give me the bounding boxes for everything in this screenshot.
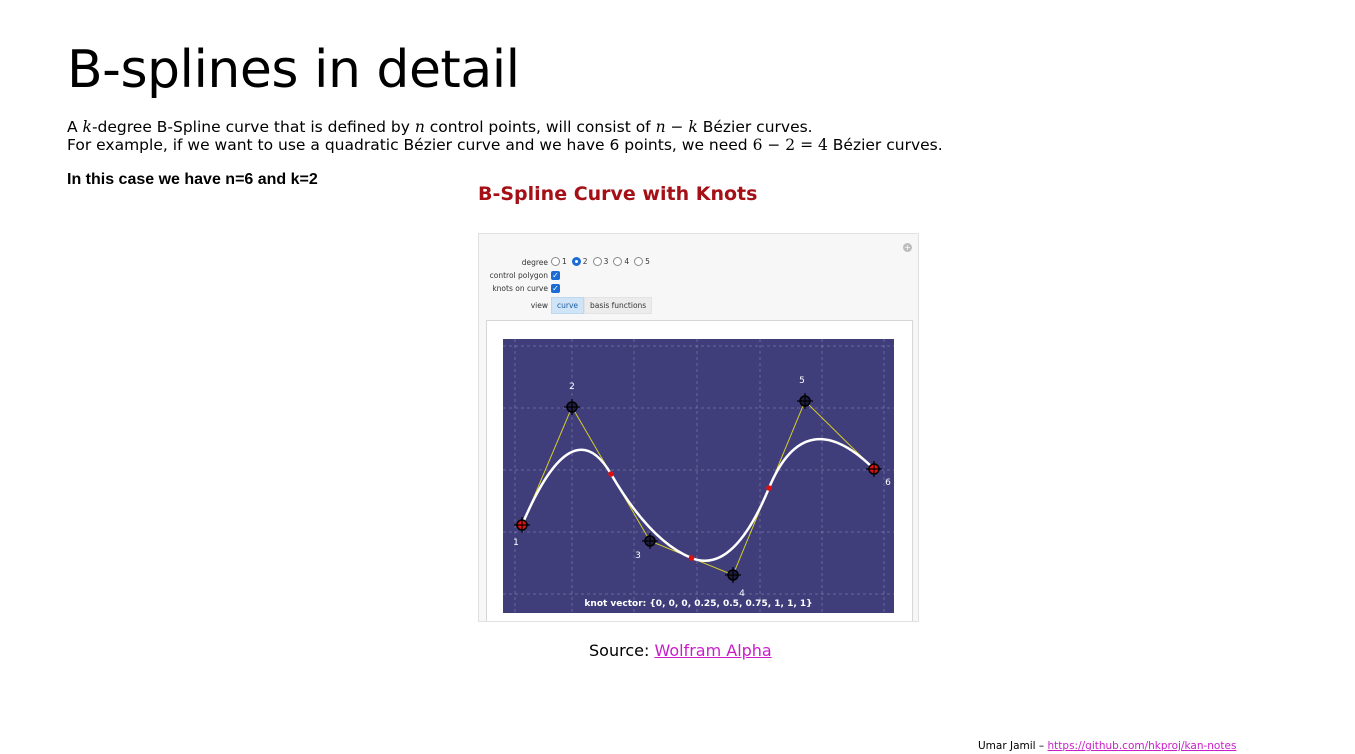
widget-title: B-Spline Curve with Knots [478,183,758,205]
footer-link[interactable]: https://github.com/hkproj/kan-notes [1048,740,1237,752]
degree-radio-3[interactable] [592,256,602,266]
degree-option-label: 3 [603,256,609,266]
plot-background [503,339,894,613]
bspline-widget: + degree 1 2 3 4 5 control polygon ✓ knots o… [478,233,919,622]
degree-option-2[interactable]: 2 [571,256,588,266]
degree-option-1[interactable]: 1 [551,256,567,266]
degree-option-label: 4 [624,256,630,266]
degree-option-label: 2 [582,256,588,266]
degree-option-4[interactable]: 4 [613,256,630,266]
case-note: In this case we have n=6 and k=2 [67,171,318,188]
degree-option-label: 5 [645,256,650,266]
control-polygon-label: control polygon [489,270,548,280]
intro-line-2: For example, if we want to use a quadrat… [67,136,943,154]
knots-on-curve-checkbox[interactable]: ✓ [551,283,560,293]
view-tab-bar: curve basis functions [551,297,653,314]
control-polygon-checkbox[interactable]: ✓ [551,270,560,280]
degree-radio-4[interactable] [613,256,623,266]
control-polygon-row: control polygon ✓ [480,269,560,281]
slide-title: B-splines in detail [67,40,520,100]
degree-label: degree [521,257,548,267]
control-point-label: 6 [885,478,891,488]
degree-option-3[interactable]: 3 [592,256,609,266]
degree-option-label: 1 [562,256,567,266]
knot-vector-label: knot vector: {0, 0, 0, 0.25, 0.5, 0.75, … [584,599,813,609]
control-point-label: 4 [739,589,745,599]
plus-icon[interactable]: + [903,243,912,252]
degree-radio-5[interactable] [634,256,644,266]
control-point-label: 1 [513,538,519,548]
degree-radio-2[interactable] [571,256,581,266]
tab-basis-functions[interactable]: basis functions [584,297,653,314]
degree-option-5[interactable]: 5 [634,256,650,266]
knots-on-curve-label: knots on curve [492,283,548,293]
view-row: view curve basis functions [480,296,653,315]
footer-author: Umar Jamil – [978,740,1048,752]
control-point-label: 3 [635,551,641,561]
degree-radio-group: 1 2 3 4 5 [551,256,655,268]
degree-row: degree 1 2 3 4 5 [480,256,655,268]
footer: Umar Jamil – https://github.com/hkproj/k… [978,740,1236,752]
intro-text: A k-degree B-Spline curve that is define… [67,118,943,154]
view-label: view [530,301,548,310]
source-line: Source: Wolfram Alpha [589,641,772,660]
source-label: Source: [589,641,655,660]
source-link[interactable]: Wolfram Alpha [654,641,771,660]
tab-curve[interactable]: curve [551,297,585,314]
knots-on-curve-row: knots on curve ✓ [480,282,560,294]
bspline-plot: 1 2 3 4 5 6 [503,339,894,613]
control-point-label: 2 [569,382,575,392]
knot-point [608,471,614,477]
knot-point [766,485,772,491]
intro-line-1: A k-degree B-Spline curve that is define… [67,118,813,136]
control-point-label: 5 [799,376,805,386]
degree-radio-1[interactable] [551,256,560,266]
knot-point [688,555,695,561]
